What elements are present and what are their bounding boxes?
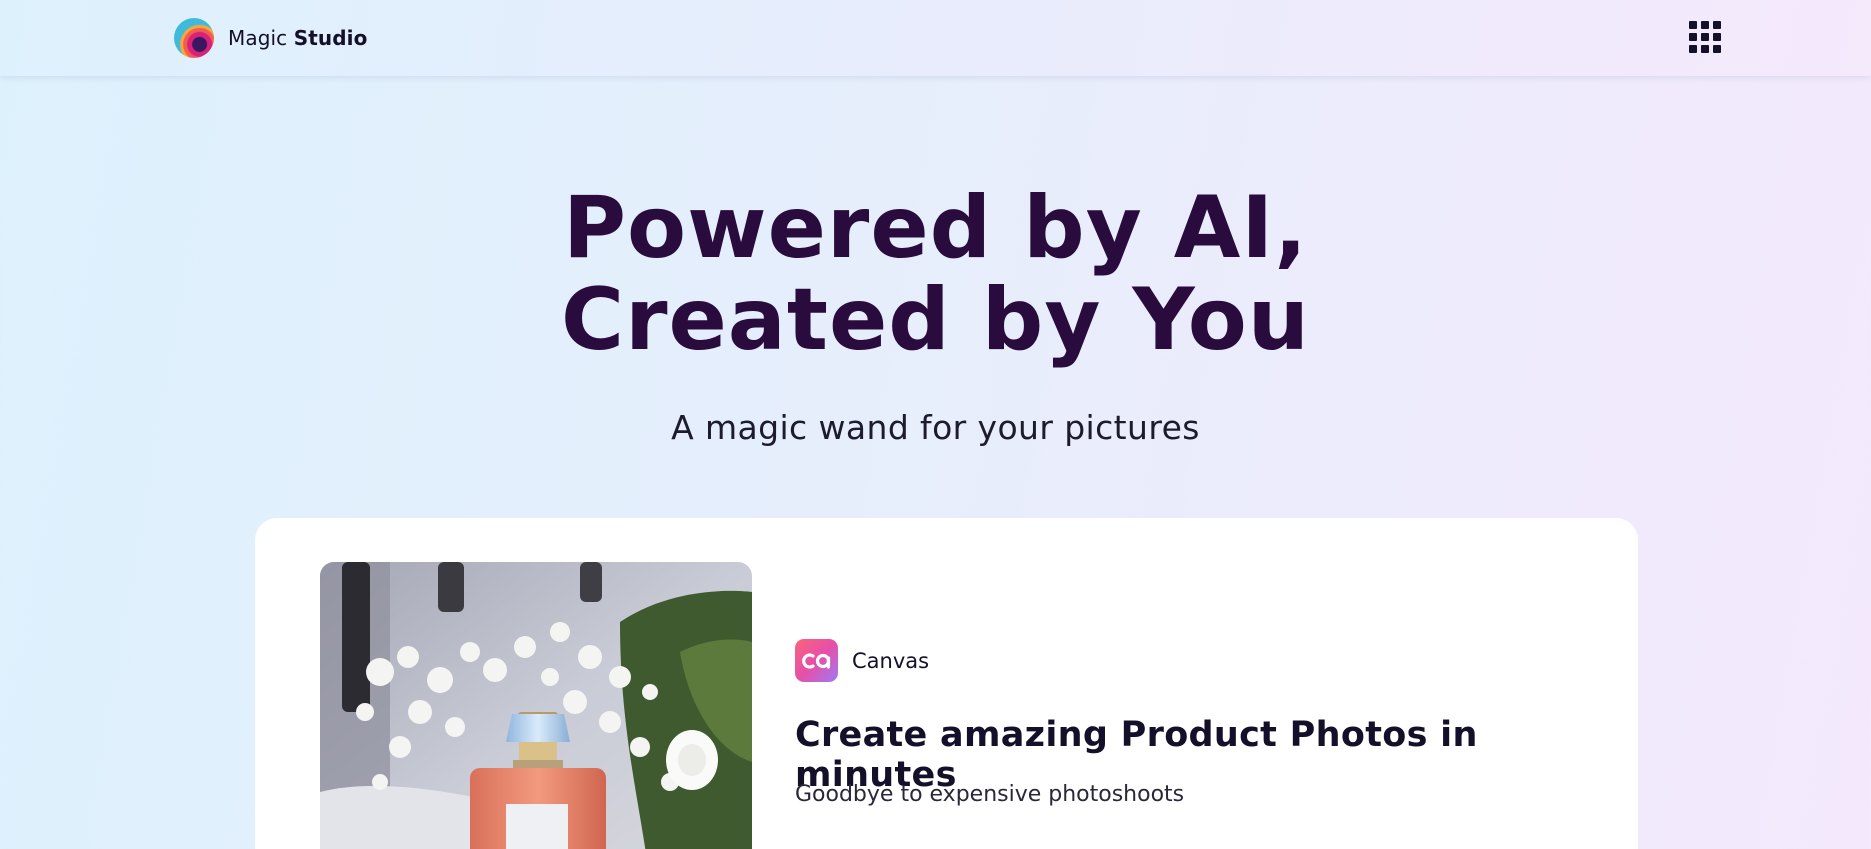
product-photo-image: [320, 562, 752, 849]
brand-name-light: Magic: [228, 26, 288, 50]
brand-name-bold: Studio: [293, 26, 368, 50]
product-name: Canvas: [852, 648, 930, 673]
brand-name: Magic Studio: [228, 26, 367, 50]
canvas-app-icon: [795, 639, 838, 682]
brand-logo-link[interactable]: Magic Studio: [174, 18, 367, 58]
magic-studio-logo-icon: [174, 18, 214, 58]
apps-grid-icon[interactable]: [1689, 21, 1721, 53]
hero-subtitle: A magic wand for your pictures: [671, 408, 1200, 447]
product-tag: Canvas: [795, 639, 929, 682]
feature-card: Canvas Create amazing Product Photos in …: [255, 518, 1638, 849]
hero-title-line-1: Powered by AI,: [563, 178, 1308, 278]
top-navbar: Magic Studio: [0, 0, 1871, 76]
hero-title: Powered by AI, Created by You: [0, 182, 1871, 366]
hero-title-line-2: Created by You: [560, 270, 1311, 370]
feature-description: Goodbye to expensive photoshoots: [795, 782, 1185, 807]
